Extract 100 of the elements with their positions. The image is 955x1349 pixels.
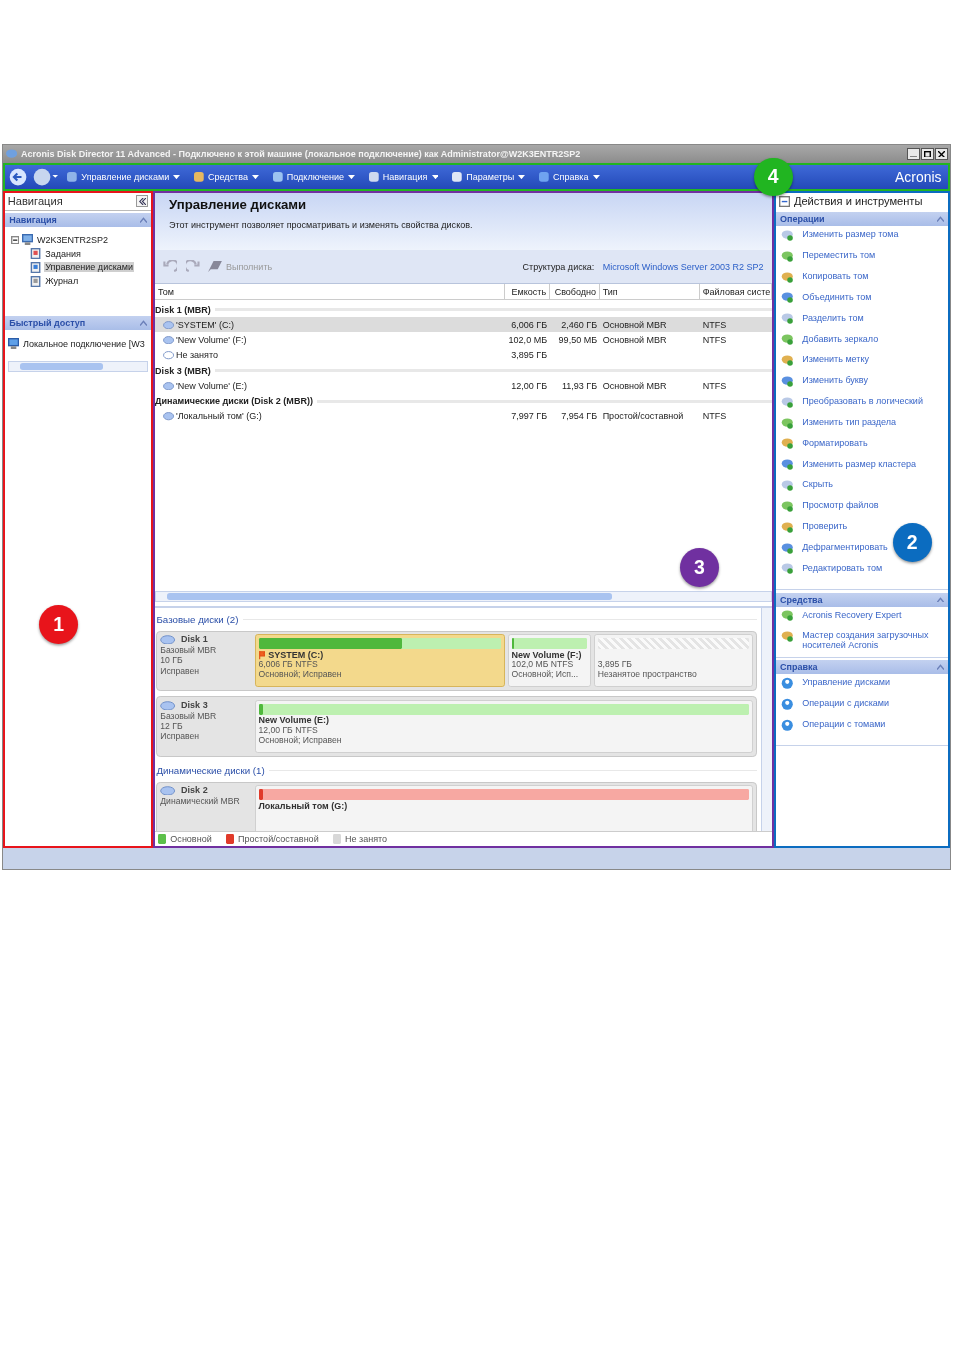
disk-name: Disk 1 <box>181 634 208 645</box>
help-icon <box>781 697 794 711</box>
partition-status: Незанятое пространство <box>597 670 698 680</box>
column-header[interactable]: Тип <box>599 284 700 300</box>
volume-row[interactable]: 'New Volume' (F:) 102,0 МБ 99,50 МБ Основной MBR NTFS <box>155 332 772 348</box>
horizontal-scrollbar[interactable] <box>7 360 149 373</box>
disk-card[interactable]: Disk 1 Базовый MBR 10 ГБ Исправен SYSTEM (C:) 6,006 ГБ NTFS Основной; Исправен New Volume (F:) 102,0 МБ NTFS Основной; Исп... 3,895 ГБ Незанятое пространство <box>156 630 757 691</box>
volume-name: Не занято <box>175 350 218 361</box>
column-header[interactable]: Емкость <box>505 284 550 300</box>
action-link[interactable]: Преобразовать в логический <box>802 397 923 407</box>
section-header[interactable]: Средства <box>775 592 949 607</box>
empty-disk-icon <box>163 351 175 360</box>
action-link[interactable]: Изменить размер кластера <box>802 459 917 470</box>
chevron-up-icon <box>937 596 945 603</box>
action-link[interactable]: Дефрагментировать <box>802 543 888 553</box>
action-link[interactable]: Объединить том <box>802 292 872 303</box>
action-link[interactable]: Редактировать том <box>802 563 883 574</box>
action-icon <box>781 291 794 304</box>
tree-toggle-icon[interactable] <box>10 235 19 244</box>
collapse-button[interactable] <box>135 194 149 208</box>
toolbar-menu[interactable]: Навигация <box>364 171 443 182</box>
action-link[interactable]: Добавить зеркало <box>802 334 879 345</box>
partition[interactable]: SYSTEM (C:) 6,006 ГБ NTFS Основной; Исправен <box>254 634 506 688</box>
action-link[interactable]: Разделить том <box>802 313 864 324</box>
action-link[interactable]: Операции с томами <box>802 720 886 730</box>
item-icon <box>30 261 42 273</box>
help-icon <box>781 718 794 732</box>
disk-status: Исправен <box>160 665 200 676</box>
column-header[interactable]: Свободно <box>549 284 600 300</box>
volume-row[interactable]: 'New Volume' (E:) 12,00 ГБ 11,93 ГБ Основной MBR NTFS <box>155 378 772 394</box>
disk-icon <box>160 634 176 645</box>
volume-row[interactable]: Не занято 3,895 ГБ <box>155 347 772 363</box>
tree-item[interactable]: Задания <box>43 248 83 259</box>
table-cell-text: NTFS <box>701 335 728 346</box>
action-link[interactable]: Скрыть <box>802 480 833 491</box>
action-link[interactable]: Изменить букву <box>802 376 868 386</box>
action-link[interactable]: Мастер создания загрузочных носителей Acronis <box>802 631 943 651</box>
toolbar-menu[interactable]: Справка <box>535 171 604 182</box>
toolbar-menu[interactable]: Средства <box>190 171 264 182</box>
chevron-up-icon <box>140 217 147 223</box>
item-icon <box>30 248 42 260</box>
volume-row[interactable]: 'SYSTEM' (C:) 6,006 ГБ 2,460 ГБ Основной MBR NTFS <box>155 317 772 333</box>
window-title: Acronis Disk Director 11 Advanced - Подключено к этой машине (локальное подключение) как Administrator@W2K3ENTR2SP2 <box>21 149 582 160</box>
disk-card[interactable]: Disk 3 Базовый MBR 12 ГБ Исправен New Volume (E:) 12,00 ГБ NTFS Основной; Исправен <box>156 696 757 757</box>
action-link[interactable]: Просмотр файлов <box>802 501 879 512</box>
partition[interactable]: New Volume (F:) 102,0 МБ NTFS Основной; Исп... <box>507 634 592 688</box>
action-link[interactable]: Копировать том <box>802 272 869 282</box>
table-cell-text: NTFS <box>701 411 728 422</box>
table-cell-text: 102,0 МБ <box>507 335 549 346</box>
maximize-button[interactable] <box>921 148 934 160</box>
volume-row[interactable]: 'Локальный том' (G:) 7,997 ГБ 7,954 ГБ Простой/составной NTFS <box>155 408 772 425</box>
menu-icon <box>272 172 283 182</box>
partition-name: SYSTEM (C:) <box>268 650 324 661</box>
disk-icon <box>163 412 175 421</box>
action-link[interactable]: Acronis Recovery Expert <box>802 610 902 621</box>
panel-title: Действия и инструменты <box>793 195 923 208</box>
action-link[interactable]: Проверить <box>802 522 848 532</box>
action-link[interactable]: Изменить тип раздела <box>802 417 897 428</box>
brand-logo: Acronis <box>895 168 943 185</box>
section-header[interactable]: Операции <box>775 212 949 227</box>
forward-icon[interactable] <box>32 167 58 186</box>
table-cell-text: 99,50 МБ <box>557 335 599 346</box>
partition[interactable]: 3,895 ГБ Незанятое пространство <box>593 634 754 688</box>
column-header[interactable]: Файловая систе <box>699 284 772 300</box>
section-header[interactable]: Навигация <box>5 213 152 228</box>
page-title: Управление дисками <box>169 197 308 212</box>
horizontal-scrollbar[interactable] <box>155 590 772 603</box>
toolbar-menu[interactable]: Подключение <box>268 171 360 182</box>
toolbar-menu[interactable]: Параметры <box>448 171 530 182</box>
tree-item[interactable]: Журнал <box>43 276 80 287</box>
partition[interactable]: Локальный том (G:) <box>254 785 754 831</box>
vertical-scrollbar[interactable] <box>761 608 772 831</box>
section-header[interactable]: Быстрый доступ <box>5 316 152 330</box>
section-header[interactable]: Справка <box>775 660 949 675</box>
table-cell-text: NTFS <box>701 380 728 391</box>
disk-icon <box>160 785 176 796</box>
action-link[interactable]: Управление дисками <box>802 678 891 689</box>
table-cell-text: NTFS <box>701 319 728 330</box>
action-link[interactable]: Изменить размер тома <box>802 230 899 241</box>
minimize-button[interactable] <box>907 148 920 160</box>
action-link[interactable]: Форматировать <box>802 438 868 449</box>
action-link[interactable]: Изменить метку <box>802 355 869 366</box>
column-header[interactable]: Том <box>155 284 506 300</box>
quick-access-item[interactable]: Локальное подключение [W3 <box>23 338 145 349</box>
tree-item[interactable]: Управление дисками <box>43 262 135 273</box>
toolbar-menu[interactable]: Управление дисками <box>63 171 185 182</box>
action-link[interactable]: Переместить том <box>802 251 876 261</box>
table-cell-text: Простой/составной <box>601 411 685 422</box>
partition-size: 12,00 ГБ NTFS <box>258 726 319 736</box>
action-icon <box>781 312 794 325</box>
disk-group-label: Disk 1 (MBR) <box>155 304 211 315</box>
back-icon[interactable] <box>9 167 28 186</box>
legend-label: Простой/составной <box>238 833 319 844</box>
disk-card[interactable]: Disk 2 Динамический MBR Локальный том (G:) <box>156 781 757 831</box>
tree-item[interactable]: W2K3ENTR2SP2 <box>35 234 110 245</box>
partition[interactable]: New Volume (E:) 12,00 ГБ NTFS Основной; Исправен <box>254 700 754 753</box>
action-link[interactable]: Операции с дисками <box>802 699 890 709</box>
action-icon <box>781 437 794 450</box>
disk-layout-link[interactable]: Microsoft Windows Server 2003 R2 SP2 <box>602 261 764 272</box>
close-button[interactable] <box>935 148 948 160</box>
